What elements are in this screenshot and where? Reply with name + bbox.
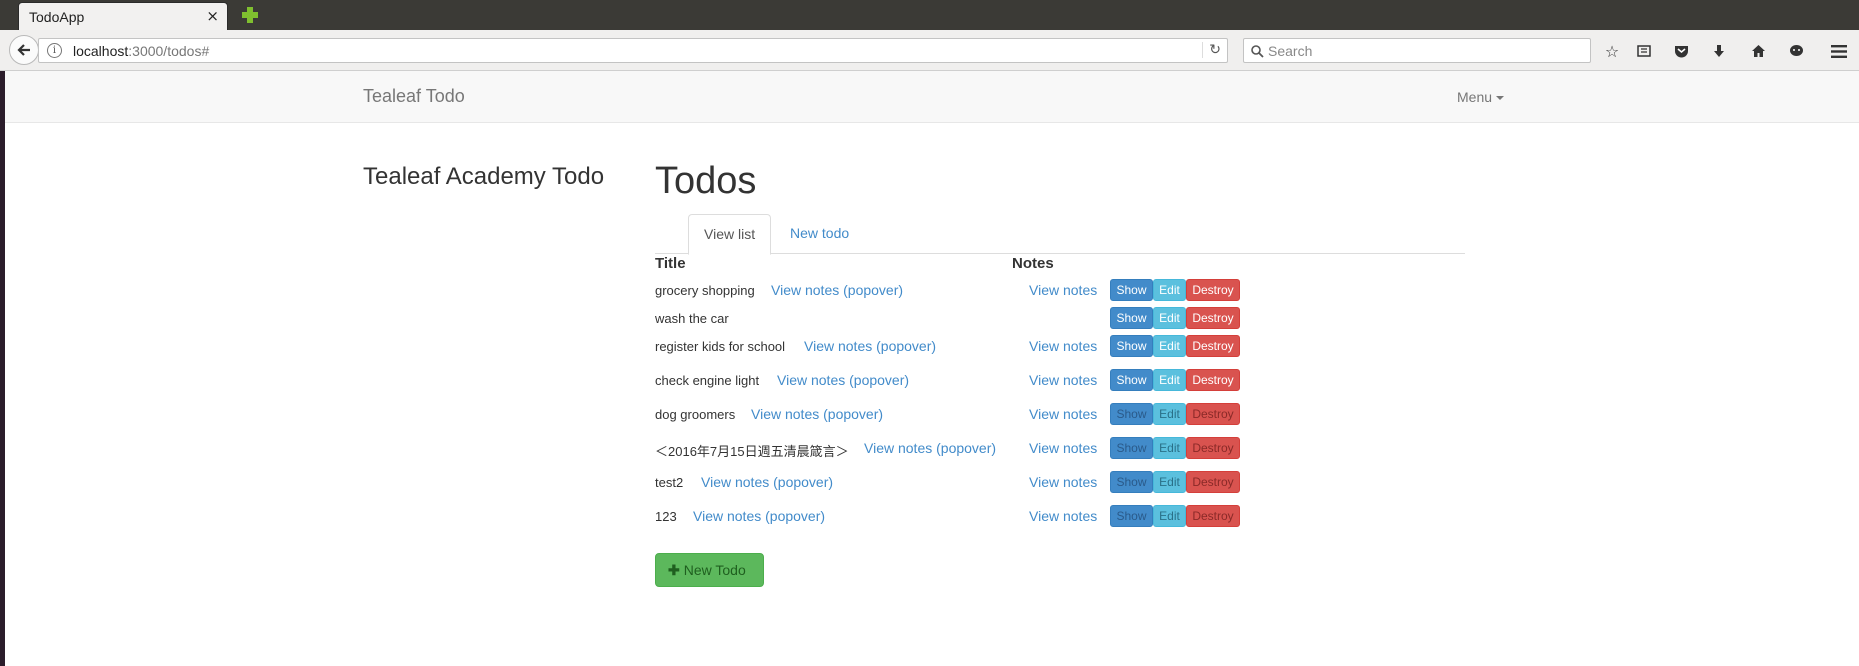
show-button[interactable]: Show [1110, 279, 1153, 301]
todo-title: 123 [655, 509, 677, 524]
url-text: localhost:3000/todos# [73, 43, 210, 59]
navbar-brand[interactable]: Tealeaf Todo [363, 86, 465, 107]
download-icon[interactable] [1708, 40, 1730, 62]
view-notes-popover-link[interactable]: View notes (popover) [804, 338, 936, 354]
edit-button[interactable]: Edit [1153, 369, 1186, 391]
reading-list-icon[interactable] [1633, 40, 1655, 62]
back-arrow-icon[interactable] [9, 35, 39, 65]
search-icon [1251, 43, 1264, 62]
edit-button[interactable]: Edit [1153, 403, 1186, 425]
edit-button[interactable]: Edit [1153, 279, 1186, 301]
close-tab-icon[interactable]: × [206, 7, 219, 25]
view-notes-popover-link[interactable]: View notes (popover) [777, 372, 909, 388]
destroy-button[interactable]: Destroy [1186, 437, 1240, 459]
chat-smiley-icon[interactable] [1785, 40, 1807, 62]
view-notes-popover-link[interactable]: View notes (popover) [751, 406, 883, 422]
show-button[interactable]: Show [1110, 307, 1153, 329]
todo-title: dog groomers [655, 407, 736, 422]
destroy-button[interactable]: Destroy [1186, 335, 1240, 357]
browser-tab-strip: TodoApp × [0, 0, 1859, 30]
destroy-button[interactable]: Destroy [1186, 471, 1240, 493]
view-notes-popover-link[interactable]: View notes (popover) [701, 474, 833, 490]
edit-button[interactable]: Edit [1153, 335, 1186, 357]
destroy-button[interactable]: Destroy [1186, 369, 1240, 391]
table-row: check engine light View notes (popover) … [655, 369, 1355, 393]
view-notes-popover-link[interactable]: View notes (popover) [771, 282, 903, 298]
view-notes-link[interactable]: View notes [1029, 474, 1097, 490]
todo-title: ＜2016年7月15日週五清晨箴言＞ [655, 444, 849, 459]
destroy-button[interactable]: Destroy [1186, 279, 1240, 301]
pocket-icon[interactable] [1670, 40, 1692, 62]
caret-down-icon [1496, 96, 1505, 101]
table-row: register kids for school View notes (pop… [655, 335, 1355, 359]
view-notes-popover-link[interactable]: View notes (popover) [693, 508, 825, 524]
sidebar-title: Tealeaf Academy Todo [363, 163, 605, 190]
tab-view-list[interactable]: View list [688, 214, 772, 255]
new-tab-icon[interactable] [240, 5, 260, 25]
column-header-notes: Notes [1012, 255, 1054, 272]
page-title: Todos [655, 160, 757, 202]
search-placeholder: Search [1268, 43, 1313, 59]
todo-title: wash the car [655, 311, 729, 326]
todo-title: register kids for school [655, 339, 786, 354]
app-navbar: Tealeaf Todo Menu [5, 71, 1859, 123]
browser-toolbar: i localhost:3000/todos# ↻ Search ☆ [0, 30, 1859, 71]
plus-icon: ✚ [668, 562, 680, 578]
view-notes-link[interactable]: View notes [1029, 372, 1097, 388]
show-button[interactable]: Show [1110, 335, 1153, 357]
edit-button[interactable]: Edit [1153, 437, 1186, 459]
show-button[interactable]: Show [1110, 471, 1153, 493]
edit-button[interactable]: Edit [1153, 505, 1186, 527]
destroy-button[interactable]: Destroy [1186, 403, 1240, 425]
todo-title: check engine light [655, 373, 760, 388]
table-row: ＜2016年7月15日週五清晨箴言＞ View notes (popover) … [655, 437, 1355, 461]
browser-tab-title: TodoApp [29, 9, 85, 25]
table-row: dog groomers View notes (popover) View n… [655, 403, 1355, 427]
hamburger-menu-icon[interactable] [1828, 40, 1850, 62]
navbar-menu-dropdown[interactable]: Menu [1457, 89, 1505, 105]
table-row: wash the car Show Edit Destroy [655, 307, 1355, 331]
destroy-button[interactable]: Destroy [1186, 307, 1240, 329]
new-todo-label: New Todo [683, 562, 746, 578]
home-icon[interactable] [1747, 40, 1769, 62]
info-icon[interactable]: i [47, 43, 62, 58]
view-notes-link[interactable]: View notes [1029, 508, 1097, 524]
view-notes-link[interactable]: View notes [1029, 406, 1097, 422]
url-bar[interactable]: i localhost:3000/todos# ↻ [38, 38, 1228, 63]
show-button[interactable]: Show [1110, 403, 1153, 425]
tab-new-todo[interactable]: New todo [775, 214, 864, 254]
reload-icon[interactable]: ↻ [1202, 42, 1221, 58]
show-button[interactable]: Show [1110, 505, 1153, 527]
view-notes-link[interactable]: View notes [1029, 338, 1097, 354]
table-row: test2 View notes (popover) View notes Sh… [655, 471, 1355, 495]
table-row: grocery shopping View notes (popover) Vi… [655, 279, 1355, 303]
view-notes-popover-link[interactable]: View notes (popover) [864, 440, 996, 456]
browser-tab[interactable]: TodoApp × [18, 2, 228, 30]
page-content: Tealeaf Todo Menu Tealeaf Academy Todo T… [5, 71, 1859, 666]
todo-title: test2 [655, 475, 684, 490]
edit-button[interactable]: Edit [1153, 471, 1186, 493]
view-notes-link[interactable]: View notes [1029, 440, 1097, 456]
column-header-title: Title [655, 255, 686, 272]
edit-button[interactable]: Edit [1153, 307, 1186, 329]
bookmark-star-icon[interactable]: ☆ [1601, 40, 1623, 62]
search-bar[interactable]: Search [1243, 38, 1591, 63]
show-button[interactable]: Show [1110, 437, 1153, 459]
show-button[interactable]: Show [1110, 369, 1153, 391]
view-notes-link[interactable]: View notes [1029, 282, 1097, 298]
table-row: 123 View notes (popover) View notes Show… [655, 505, 1355, 529]
new-todo-button[interactable]: ✚ New Todo [655, 553, 764, 587]
tab-bar: View list New todo [655, 214, 1465, 255]
todo-title: grocery shopping [655, 283, 755, 298]
destroy-button[interactable]: Destroy [1186, 505, 1240, 527]
